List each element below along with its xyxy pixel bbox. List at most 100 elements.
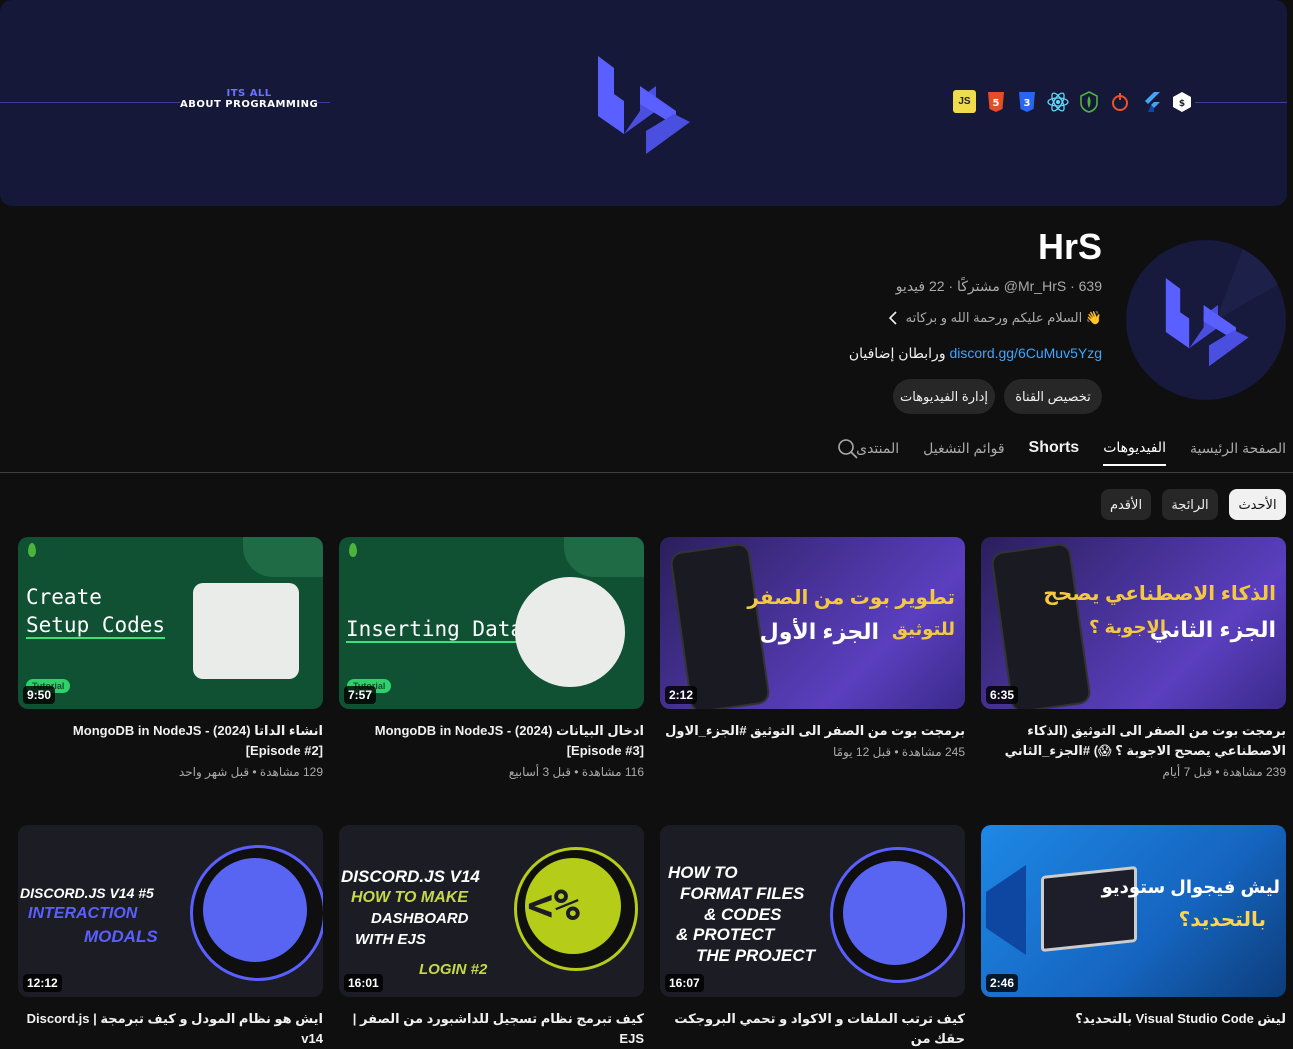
thumb-decor [564, 537, 644, 577]
thumb-title: MODALS [84, 927, 158, 946]
video-title[interactable]: انشاء الداتا (2024) - MongoDB in NodeJS … [18, 721, 323, 761]
thumb-title: Create [26, 585, 102, 609]
video-meta: 245 مشاهدة • قبل 12 يومًا [832, 745, 965, 759]
video-meta: 129 مشاهدة • قبل شهر واحد [178, 765, 323, 779]
discord-link[interactable]: discord.gg/6CuMuv5Yzg [949, 345, 1102, 361]
thumb-title: Setup Codes [26, 613, 166, 639]
search-icon[interactable] [837, 438, 859, 460]
discord-avatar-icon [203, 858, 307, 962]
video-thumbnail[interactable]: Inserting Data Tutorial 7:57 [339, 537, 644, 709]
video-title[interactable]: برمجت بوت من الصفر الى التوثيق (الذكاء ا… [981, 721, 1286, 761]
vscode-icon [986, 865, 1026, 955]
thumb-title: للتوثيق [891, 619, 955, 639]
video-title[interactable]: ليش Visual Studio Code بالتحديد؟ [981, 1009, 1286, 1029]
video-duration: 16:07 [665, 974, 704, 992]
channel-avatar[interactable] [1126, 240, 1286, 400]
thumb-title: الذكاء الاصطناعي يصحح [1043, 583, 1276, 605]
channel-description-text: 👋 السلام عليكم ورحمة الله و بركاته [905, 310, 1102, 325]
channel-links: discord.gg/6CuMuv5Yzg ورابطان إضافيان [849, 345, 1102, 362]
video-card[interactable]: ليش فيجوال ستوديو بالتحديد؟ 2:46 ليش Vis… [981, 825, 1286, 1029]
thumb-title: INTERACTION [28, 905, 138, 922]
chevron-left-icon [888, 311, 897, 325]
video-card[interactable]: تطوير بوت من الصفر للتوثيق الجزء الأول 2… [660, 537, 965, 759]
video-thumbnail[interactable]: HOW TO FORMAT FILES & CODES & PROTECT TH… [660, 825, 965, 997]
video-thumbnail[interactable]: DISCORD.JS V14 #5 INTERACTION MODALS 12:… [18, 825, 323, 997]
video-title[interactable]: برمجت بوت من الصفر الى التوثيق #الجزء_ال… [660, 721, 965, 741]
banner-tagline-bottom: ABOUT PROGRAMMING [180, 99, 319, 110]
avatar-logo-icon [1165, 240, 1286, 367]
thumb-title: THE PROJECT [696, 946, 816, 965]
video-title[interactable]: ايش هو نظام المودل و كيف تبرمجة | Discor… [18, 1009, 323, 1049]
video-title[interactable]: كيف ترتب الملفات و الاكواد و تحمي البروج… [660, 1009, 965, 1049]
video-duration: 16:01 [344, 974, 383, 992]
thumb-title: HOW TO MAKE [351, 889, 469, 906]
thumb-title: DASHBOARD [371, 910, 469, 927]
video-title[interactable]: ادخال البيانات (2024) - MongoDB in NodeJ… [339, 721, 644, 761]
channel-meta: ‎@Mr_HrS · 639 مشتركًا · 22 فيديو [895, 278, 1102, 294]
discord-avatar-icon [843, 861, 947, 965]
chip-popular[interactable]: الرائجة [1162, 489, 1218, 520]
js-icon: JS [953, 90, 976, 113]
channel-logo-icon [598, 56, 690, 154]
tab-videos[interactable]: الفيديوهات [1103, 439, 1166, 466]
thumb-title: DISCORD.JS V14 [341, 867, 480, 886]
video-meta: 116 مشاهدة • قبل 3 أسابيع [508, 765, 644, 779]
tab-shorts[interactable]: Shorts [1029, 439, 1080, 465]
video-card[interactable]: Create Setup Codes Tutorial 9:50 انشاء ا… [18, 537, 323, 779]
thumb-illustration [515, 577, 625, 687]
video-thumbnail[interactable]: <% DISCORD.JS V14 HOW TO MAKE DASHBOARD … [339, 825, 644, 997]
thumb-title: الجزء الثاني [1149, 617, 1276, 642]
banner-line-right [1195, 102, 1287, 103]
channel-tabs: الصفحة الرئيسية الفيديوهات Shorts قوائم … [856, 432, 1286, 472]
video-thumbnail[interactable]: Create Setup Codes Tutorial 9:50 [18, 537, 323, 709]
video-duration: 12:12 [23, 974, 62, 992]
video-card[interactable]: <% DISCORD.JS V14 HOW TO MAKE DASHBOARD … [339, 825, 644, 1049]
more-links-text[interactable]: ورابطان إضافيان [849, 345, 950, 361]
video-duration: 2:12 [665, 686, 698, 704]
thumb-title: تطوير بوت من الصفر [747, 587, 955, 609]
banner-tagline: ITS ALL ABOUT PROGRAMMING [180, 88, 318, 110]
svg-text:$: $ [1178, 99, 1184, 109]
thumb-title: الجزء الأول [759, 619, 879, 644]
thumb-title: ليش فيجوال ستوديو [1101, 877, 1280, 897]
svg-text:5: 5 [992, 98, 999, 109]
mongodb-leaf-icon [349, 543, 357, 557]
video-meta: 239 مشاهدة • قبل 7 أيام [1162, 765, 1287, 779]
ejs-symbol: <% [527, 880, 580, 931]
thumb-title: HOW TO [668, 863, 738, 882]
thumb-title: FORMAT FILES [680, 884, 805, 903]
tab-community[interactable]: المنتدى [856, 440, 899, 465]
channel-name: HrS [1037, 226, 1102, 267]
banner-tagline-top: ITS ALL [226, 88, 272, 99]
video-card[interactable]: DISCORD.JS V14 #5 INTERACTION MODALS 12:… [18, 825, 323, 1049]
video-thumbnail[interactable]: الذكاء الاصطناعي يصحح الاجوبة ؟ الجزء ال… [981, 537, 1286, 709]
nodejs-icon [1108, 90, 1131, 113]
channel-banner: ITS ALL ABOUT PROGRAMMING JS 5 3 $ [0, 0, 1287, 206]
video-thumbnail[interactable]: ليش فيجوال ستوديو بالتحديد؟ 2:46 [981, 825, 1286, 997]
thumb-title: بالتحديد؟ [1178, 909, 1266, 931]
css3-icon: 3 [1015, 90, 1038, 113]
customize-channel-button[interactable]: تخصيص القناة [1004, 379, 1102, 414]
mongodb-icon [1077, 90, 1100, 113]
thumb-title: LOGIN #2 [419, 961, 488, 978]
html5-icon: 5 [984, 90, 1007, 113]
video-title[interactable]: كيف تبرمج نظام تسجيل للداشبورد من الصفر … [339, 1009, 644, 1049]
video-thumbnail[interactable]: تطوير بوت من الصفر للتوثيق الجزء الأول 2… [660, 537, 965, 709]
video-duration: 9:50 [23, 686, 56, 704]
video-card[interactable]: Inserting Data Tutorial 7:57 ادخال البيا… [339, 537, 644, 779]
thumb-title: WITH EJS [355, 931, 426, 948]
tech-icons: JS 5 3 $ [953, 90, 1193, 113]
tab-home[interactable]: الصفحة الرئيسية [1190, 440, 1286, 465]
chip-latest[interactable]: الأحدث [1229, 489, 1286, 520]
channel-description[interactable]: 👋 السلام عليكم ورحمة الله و بركاته [888, 310, 1102, 326]
react-icon [1046, 90, 1069, 113]
chip-oldest[interactable]: الأقدم [1101, 489, 1151, 520]
manage-videos-button[interactable]: إدارة الفيديوهات [893, 379, 995, 414]
bootstrap-icon: $ [1170, 90, 1193, 113]
thumb-illustration [193, 583, 299, 679]
video-card[interactable]: HOW TO FORMAT FILES & CODES & PROTECT TH… [660, 825, 965, 1049]
video-card[interactable]: الذكاء الاصطناعي يصحح الاجوبة ؟ الجزء ال… [981, 537, 1286, 779]
tab-playlists[interactable]: قوائم التشغيل [923, 440, 1004, 465]
video-duration: 7:57 [344, 686, 377, 704]
